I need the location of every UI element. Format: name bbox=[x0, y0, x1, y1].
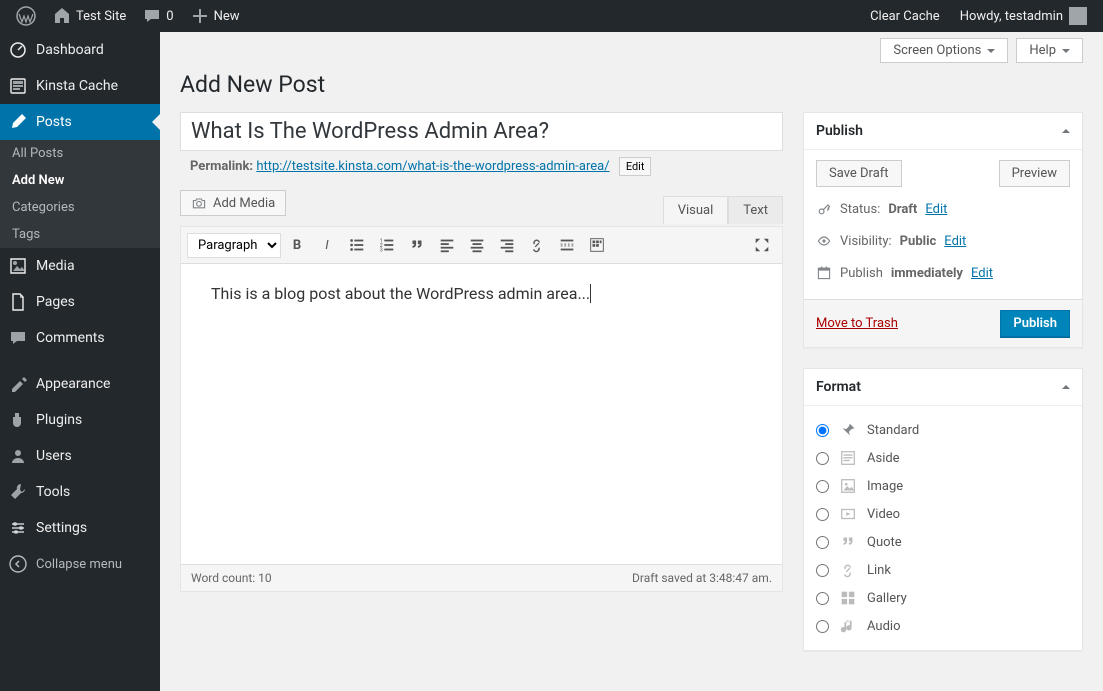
eye-icon bbox=[816, 233, 832, 249]
editor-content[interactable]: This is a blog post about the WordPress … bbox=[181, 264, 782, 564]
publish-button[interactable]: Publish bbox=[1000, 310, 1070, 337]
word-count: Word count: 10 bbox=[191, 571, 272, 585]
format-aside[interactable]: Aside bbox=[816, 444, 1070, 472]
video-icon bbox=[839, 505, 857, 523]
tab-visual[interactable]: Visual bbox=[663, 196, 729, 224]
screen-options-button[interactable]: Screen Options bbox=[880, 38, 1008, 63]
menu-appearance[interactable]: Appearance bbox=[0, 366, 160, 402]
italic-button[interactable]: I bbox=[313, 231, 341, 259]
align-center-button[interactable] bbox=[463, 231, 491, 259]
clear-cache[interactable]: Clear Cache bbox=[858, 0, 948, 32]
align-left-button[interactable] bbox=[433, 231, 461, 259]
format-gallery[interactable]: Gallery bbox=[816, 584, 1070, 612]
admin-menu: Dashboard Kinsta Cache Posts All Posts A… bbox=[0, 32, 160, 691]
bullet-list-button[interactable] bbox=[343, 231, 371, 259]
toolbar-toggle-button[interactable] bbox=[583, 231, 611, 259]
menu-media[interactable]: Media bbox=[0, 248, 160, 284]
menu-users[interactable]: Users bbox=[0, 438, 160, 474]
permalink-url[interactable]: http://testsite.kinsta.com/what-is-the-w… bbox=[256, 159, 609, 174]
svg-text:3: 3 bbox=[380, 247, 383, 253]
preview-button[interactable]: Preview bbox=[999, 160, 1070, 187]
format-quote[interactable]: Quote bbox=[816, 528, 1070, 556]
format-link[interactable]: Link bbox=[816, 556, 1070, 584]
image-icon bbox=[839, 477, 857, 495]
key-icon bbox=[816, 201, 832, 217]
site-name[interactable]: Test Site bbox=[44, 0, 134, 32]
edit-publish-date[interactable]: Edit bbox=[971, 266, 993, 281]
format-box: Format Standard Aside Image Video Quote … bbox=[803, 368, 1083, 651]
menu-dashboard[interactable]: Dashboard bbox=[0, 32, 160, 68]
collapse-menu[interactable]: Collapse menu bbox=[0, 546, 160, 582]
admin-bar: Test Site 0 New Clear Cache Howdy, testa… bbox=[0, 0, 1103, 32]
format-select[interactable]: Paragraph bbox=[187, 233, 281, 258]
menu-posts[interactable]: Posts bbox=[0, 104, 160, 140]
move-to-trash[interactable]: Move to Trash bbox=[816, 316, 898, 331]
format-standard[interactable]: Standard bbox=[816, 416, 1070, 444]
fullscreen-button[interactable] bbox=[748, 231, 776, 259]
add-media-button[interactable]: Add Media bbox=[180, 190, 286, 216]
menu-kinsta[interactable]: Kinsta Cache bbox=[0, 68, 160, 104]
wp-logo[interactable] bbox=[8, 0, 44, 32]
menu-settings[interactable]: Settings bbox=[0, 510, 160, 546]
format-image[interactable]: Image bbox=[816, 472, 1070, 500]
tab-text[interactable]: Text bbox=[728, 196, 783, 224]
new-link[interactable]: New bbox=[182, 0, 248, 32]
avatar bbox=[1069, 7, 1087, 25]
format-audio[interactable]: Audio bbox=[816, 612, 1070, 640]
quote-icon bbox=[839, 533, 857, 551]
edit-visibility[interactable]: Edit bbox=[944, 234, 966, 249]
format-video[interactable]: Video bbox=[816, 500, 1070, 528]
publish-box-toggle[interactable]: Publish bbox=[804, 113, 1082, 150]
my-account[interactable]: Howdy, testadmin bbox=[948, 0, 1095, 32]
comments-link[interactable]: 0 bbox=[134, 0, 181, 32]
camera-icon bbox=[191, 195, 207, 211]
page-title: Add New Post bbox=[180, 71, 1083, 98]
bold-button[interactable]: B bbox=[283, 231, 311, 259]
menu-plugins[interactable]: Plugins bbox=[0, 402, 160, 438]
save-draft-button[interactable]: Save Draft bbox=[816, 160, 902, 187]
blockquote-button[interactable] bbox=[403, 231, 431, 259]
pin-icon bbox=[839, 421, 857, 439]
submenu-add-new[interactable]: Add New bbox=[0, 167, 160, 194]
publish-box: Publish Save Draft Preview Status: Draft… bbox=[803, 112, 1083, 348]
editor-toolbar: Paragraph B I 123 bbox=[181, 227, 782, 264]
link-icon bbox=[839, 561, 857, 579]
draft-saved: Draft saved at 3:48:47 am. bbox=[632, 571, 772, 585]
audio-icon bbox=[839, 617, 857, 635]
gallery-icon bbox=[839, 589, 857, 607]
readmore-button[interactable] bbox=[553, 231, 581, 259]
submenu-categories[interactable]: Categories bbox=[0, 194, 160, 221]
calendar-icon bbox=[816, 265, 832, 281]
post-title-input[interactable] bbox=[180, 112, 783, 151]
help-button[interactable]: Help bbox=[1016, 38, 1083, 63]
aside-icon bbox=[839, 449, 857, 467]
menu-comments[interactable]: Comments bbox=[0, 320, 160, 356]
number-list-button[interactable]: 123 bbox=[373, 231, 401, 259]
align-right-button[interactable] bbox=[493, 231, 521, 259]
menu-pages[interactable]: Pages bbox=[0, 284, 160, 320]
format-box-toggle[interactable]: Format bbox=[804, 369, 1082, 406]
edit-permalink-button[interactable]: Edit bbox=[619, 157, 652, 176]
submenu-all-posts[interactable]: All Posts bbox=[0, 140, 160, 167]
edit-status[interactable]: Edit bbox=[925, 202, 947, 217]
menu-tools[interactable]: Tools bbox=[0, 474, 160, 510]
submenu-tags[interactable]: Tags bbox=[0, 221, 160, 248]
permalink-row: Permalink: http://testsite.kinsta.com/wh… bbox=[180, 157, 783, 176]
link-button[interactable] bbox=[523, 231, 551, 259]
